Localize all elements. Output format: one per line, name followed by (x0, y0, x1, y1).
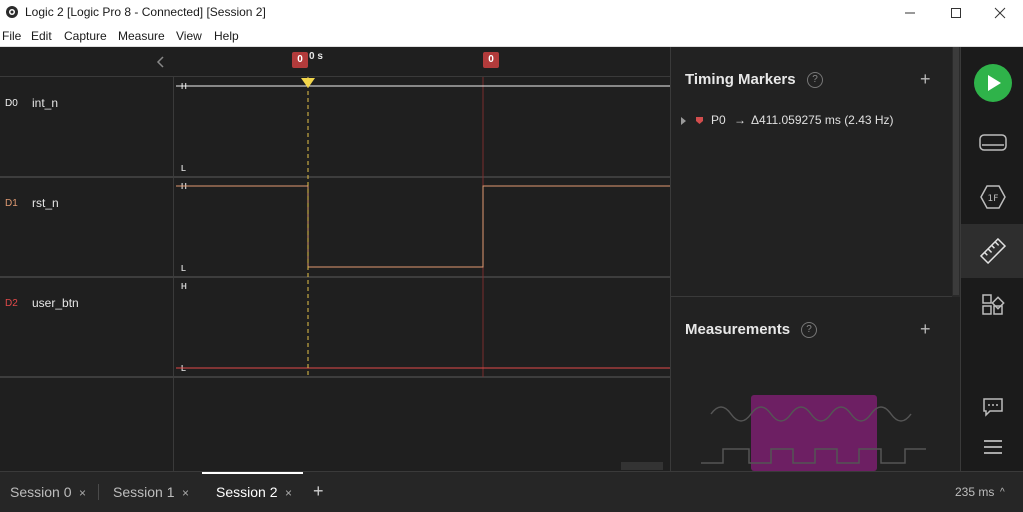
minimize-button[interactable] (887, 0, 933, 25)
main-menu-button[interactable] (961, 421, 1023, 473)
add-timing-marker-button[interactable]: + (920, 70, 931, 88)
panel-scrollbar[interactable] (952, 47, 960, 297)
menu-file[interactable]: File (2, 29, 21, 43)
title-bar: Logic 2 [Logic Pro 8 - Connected] [Sessi… (0, 0, 1023, 25)
tab-label: Session 1 (113, 484, 175, 500)
extensions-button[interactable] (961, 279, 1023, 331)
tab-label: Session 0 (10, 484, 72, 500)
menu-capture[interactable]: Capture (64, 29, 107, 43)
close-icon (994, 7, 1006, 18)
device-settings-button[interactable] (961, 117, 1023, 169)
waveform-traces (176, 77, 670, 470)
maximize-icon (951, 7, 961, 18)
timing-markers-help-icon[interactable]: ? (807, 72, 823, 88)
timing-markers-panel-button[interactable] (961, 224, 1023, 278)
menu-bar: File Edit Capture Measure View Help (0, 25, 1023, 47)
extensions-icon (981, 294, 1005, 315)
session-tab-bar: Session 0 × Session 1 × Session 2 × + 23… (0, 471, 1023, 512)
analyzer-1f-icon: 1F (979, 185, 1006, 209)
analysis-panel: Timing Markers ? + P0 → Δ411.059275 ms (… (670, 47, 961, 471)
trace-d1 (176, 185, 670, 268)
logic-app-icon (6, 6, 18, 18)
right-sidebar: 1F (960, 47, 1023, 471)
ruler-icon (979, 238, 1006, 264)
analyzers-button[interactable]: 1F (961, 171, 1023, 223)
play-icon (973, 64, 1012, 102)
svg-text:1F: 1F (987, 194, 998, 204)
add-session-button[interactable]: + (313, 481, 324, 502)
measurements-illustration (701, 395, 926, 471)
waveform-area[interactable]: 0 0 s 0 D0 int_n D1 rst_n D2 user_btn H … (0, 47, 670, 471)
expand-caret-icon[interactable] (681, 117, 687, 125)
marker-pair-icon (696, 117, 703, 124)
chat-icon (982, 398, 1003, 417)
measurements-help-icon[interactable]: ? (801, 322, 817, 338)
menu-edit[interactable]: Edit (31, 29, 52, 43)
measurements-title: Measurements (685, 321, 791, 338)
add-measurement-button[interactable]: + (920, 320, 931, 338)
zoom-level-label[interactable]: 235 ms (955, 485, 994, 499)
timing-markers-title: Timing Markers (685, 71, 796, 88)
menu-help[interactable]: Help (214, 29, 239, 43)
tab-session-1[interactable]: Session 1 × (99, 472, 202, 512)
device-icon (978, 134, 1007, 151)
panel-divider (671, 296, 961, 297)
close-tab-icon[interactable]: × (79, 486, 86, 500)
tab-label: Session 2 (216, 484, 278, 500)
marker-pair-name: P0 (711, 113, 726, 127)
zoom-caret-icon[interactable]: ^ (1000, 487, 1005, 498)
menu-measure[interactable]: Measure (118, 29, 165, 43)
tab-session-0[interactable]: Session 0 × (0, 472, 98, 512)
menu-view[interactable]: View (176, 29, 202, 43)
close-tab-icon[interactable]: × (285, 486, 292, 500)
menu-icon (983, 440, 1002, 454)
horizontal-scrollbar[interactable] (621, 462, 663, 470)
close-button[interactable] (977, 0, 1023, 25)
arrow-icon: → (734, 113, 746, 127)
window-title: Logic 2 [Logic Pro 8 - Connected] [Sessi… (25, 5, 266, 19)
maximize-button[interactable] (933, 0, 979, 25)
start-capture-button[interactable] (961, 57, 1023, 109)
tab-session-2[interactable]: Session 2 × (202, 472, 303, 512)
close-tab-icon[interactable]: × (182, 486, 189, 500)
minimize-icon (905, 12, 915, 13)
marker-delta-value: Δ411.059275 ms (2.43 Hz) (751, 113, 894, 127)
